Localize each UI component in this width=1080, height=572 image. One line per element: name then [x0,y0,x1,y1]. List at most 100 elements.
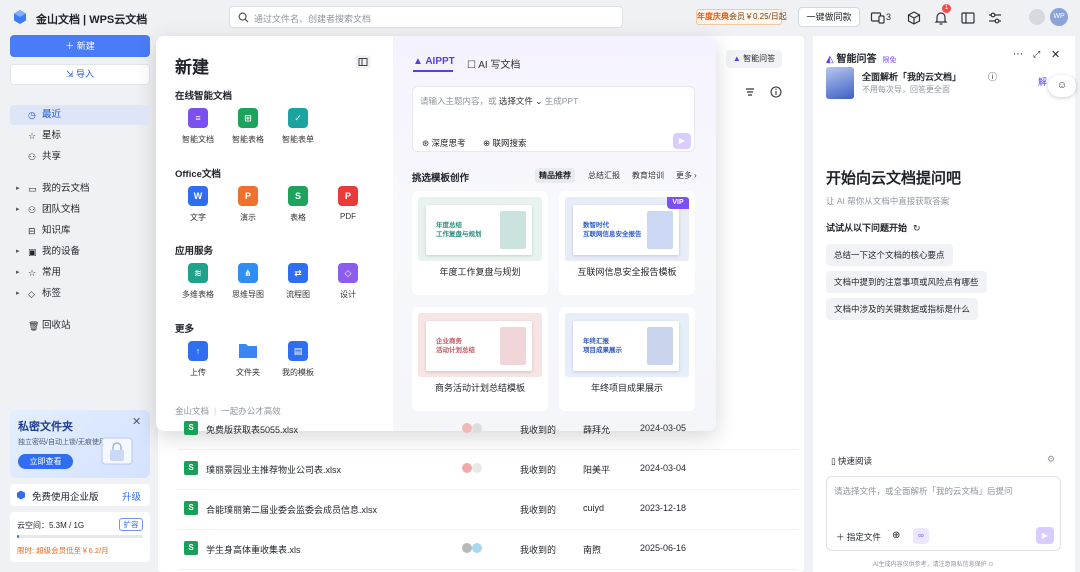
suggested-question[interactable]: 文档中涉及的关键数据或指标是什么 [826,298,979,320]
new-表格-button[interactable]: S 表格 [273,186,323,223]
table-row[interactable]: S 璞丽景园业主推荐物业公司表.xlsx 我收到的 阳美平 2024-03-04 [178,450,798,490]
caret-right-icon[interactable]: ▸ [16,284,20,304]
table-row[interactable]: S 学生身高体重收集表.xls 我收到的 南煦 2025-06-16 [178,530,798,570]
template-tab[interactable]: 教育培训 [628,168,668,183]
storage-card: 云空间：5.3M / 1G 扩容 限时: 超级会员低至￥6.2/月 [10,512,150,562]
cube-icon[interactable] [906,10,922,26]
sidebar-item[interactable]: ▸ ▣ 我的设备 [10,242,150,262]
tab-ai-write[interactable]: ☐ AI 写文档 [467,56,520,71]
sort-icon[interactable] [744,86,756,98]
new-PDF-button[interactable]: P PDF [323,186,373,221]
collaborator-avatar [462,463,472,473]
caret-right-icon[interactable]: ▸ [16,242,20,262]
template-tab[interactable]: 精品推荐 [535,168,575,183]
table-row[interactable]: S 合能璞丽第二届业委会监委会成员信息.xlsx 我收到的 cuiyd 2023-12-… [178,490,798,530]
sidebar-item[interactable]: ▸ ⚇ 团队文档 [10,200,150,220]
expand-button[interactable]: 扩容 [119,518,143,531]
refresh-icon[interactable]: ↻ [913,223,921,233]
private-folder-title: 私密文件夹 [18,421,73,433]
specify-file-button[interactable]: ＋ 指定文件 [836,531,881,543]
template-slide: 数智时代 互联网信息安全报告 [573,205,679,255]
sidebar-item[interactable]: 🗑 回收站 [10,316,150,336]
new-智能文档-button[interactable]: ≡ 智能文档 [173,108,223,145]
share-devices-icon[interactable] [870,10,886,26]
sidebar-item[interactable]: ▸ ◇ 标签 [10,284,150,304]
new-流程图-button[interactable]: ⇄ 流程图 [273,263,323,300]
private-folder-card[interactable]: 私密文件夹 独立密码/自动上锁/无痕使用 立即查看 ✕ [10,410,150,478]
one-click-same-button[interactable]: 一键做同款 [798,7,860,27]
table-row[interactable]: S 免费版获取表5055.xlsx 我收到的 薛拜允 2024-03-05 [178,410,798,450]
sidebar-item[interactable]: ⊟ 知识库 [10,221,150,241]
web-search-toggle[interactable]: ⊕ 联网搜索 [483,137,527,149]
enterprise-banner[interactable]: 免费使用企业版 升级 [10,484,150,506]
close-card-icon[interactable]: ✕ [132,415,141,428]
caret-right-icon[interactable]: ▸ [16,179,20,199]
file-name[interactable]: 免费版获取表5055.xlsx [206,423,298,436]
send-button[interactable]: ▶ [673,133,691,149]
settings-sliders-icon[interactable] [987,10,1003,26]
file-name[interactable]: 合能璞丽第二届业委会监委会成员信息.xlsx [206,503,377,516]
sidebar-item-label: 共享 [42,151,62,162]
caret-right-icon[interactable]: ▸ [16,200,20,220]
new-文字-button[interactable]: W 文字 [173,186,223,223]
sidebar-item[interactable]: ▸ ▭ 我的云文档 [10,179,150,199]
import-button[interactable]: ⇲ 导入 [10,64,150,85]
member-promo-banner[interactable]: 年度庆典会员￥0.25/日起 [696,9,787,25]
layout-panel-icon[interactable] [960,10,976,26]
new-演示-button[interactable]: P 演示 [223,186,273,223]
file-name[interactable]: 学生身高体重收集表.xls [206,543,301,556]
new-button[interactable]: ＋ 新建 [10,35,150,57]
smart-qa-button[interactable]: ▲ 智能问答 [726,50,782,68]
new-智能表单-button[interactable]: ✓ 智能表单 [273,108,323,145]
search-input[interactable]: 通过文件名、创建者搜索文档 [229,6,623,28]
send-button[interactable]: ▶ [1036,527,1054,544]
new-多维表格-button[interactable]: ≋ 多维表格 [173,263,223,300]
sidebar-item[interactable]: ▸ ☆ 常用 [10,263,150,283]
template-card[interactable]: 年度总结 工作复盘与规划 年度工作复盘与规划 [412,191,548,295]
expand-icon[interactable]: ⤢ [1033,49,1040,60]
deep-think-toggle[interactable]: ⊛ 深度思考 [422,137,466,149]
topic-input[interactable]: 请输入主题内容，或 选择文件 ⌄ 生成PPT ⊛ 深度思考 ⊕ 联网搜索 ▶ [412,86,695,152]
model-icon[interactable]: ∞ [913,528,929,544]
suggested-question[interactable]: 文档中提到的注意事项或风险点有哪些 [826,271,987,293]
template-card[interactable]: 数智时代 互联网信息安全报告 VIP 互联网信息安全报告模板 [559,191,695,295]
sidebar-item[interactable]: ◷ 最近 [10,105,150,125]
new-文件夹-button[interactable]: 文件夹 [223,341,273,378]
info-icon[interactable] [770,86,782,98]
sidebar-item-label: 团队文档 [42,204,81,215]
select-file-link[interactable]: 选择文件 [499,96,533,106]
view-now-button[interactable]: 立即查看 [18,454,73,469]
globe-icon[interactable]: ⊕ [892,530,900,541]
template-card[interactable]: 年终汇报 项目成果展示 年终项目成果展示 [559,307,695,411]
analyze-button[interactable]: 解 [1038,75,1047,88]
new-智能表格-button[interactable]: ⊞ 智能表格 [223,108,273,145]
template-card[interactable]: 企业商务 活动计划总结 商务活动计划总结模板 [412,307,548,411]
chat-bubble-icon[interactable]: ☺ [1048,75,1076,97]
question-input[interactable]: 请选择文件，或全面解析「我的云文档」后提问 ＋ 指定文件 ⊕ ∞ ▶ [826,476,1061,551]
template-tab[interactable]: 总结汇报 [584,168,624,183]
secondary-avatar[interactable] [1029,9,1045,25]
sidebar-item[interactable]: ⚇ 共享 [10,147,150,167]
storage-promo[interactable]: 限时: 超级会员低至￥6.2/月 [17,545,109,556]
new-我的模板-button[interactable]: ▤ 我的模板 [273,341,323,378]
tab-aippt[interactable]: ▲ AIPPT [413,56,455,67]
upgrade-link[interactable]: 升级 [122,489,141,503]
caret-right-icon[interactable]: ▸ [16,263,20,283]
quick-read-button[interactable]: ▯ 快速阅读 [831,455,872,467]
file-name[interactable]: 璞丽景园业主推荐物业公司表.xlsx [206,463,341,476]
new-设计-button[interactable]: ◇ 设计 [323,263,373,300]
close-panel-icon[interactable]: ✕ [1051,48,1060,61]
template-tab[interactable]: 更多 › [672,168,701,183]
promo-prefix: 年度庆典 [697,12,729,21]
settings-icon[interactable]: ⚙ [1047,454,1055,465]
new-上传-button[interactable]: ↑ 上传 [173,341,223,378]
analyze-cloud-docs-banner[interactable]: 全面解析「我的云文档」 ⓘ 不用每次导，回答更全面 解 [826,67,1066,99]
collapse-panel-icon[interactable] [355,55,371,69]
tab-ai-write-label: AI 写文档 [478,60,521,71]
more-icon[interactable]: ⋯ [1013,49,1023,60]
user-avatar[interactable]: WP [1050,8,1068,26]
private-folder-desc: 独立密码/自动上锁/无痕使用 [18,439,106,446]
sidebar-item[interactable]: ☆ 星标 [10,126,150,146]
new-思维导图-button[interactable]: ⋔ 思维导图 [223,263,273,300]
suggested-question[interactable]: 总结一下这个文档的核心要点 [826,244,953,266]
